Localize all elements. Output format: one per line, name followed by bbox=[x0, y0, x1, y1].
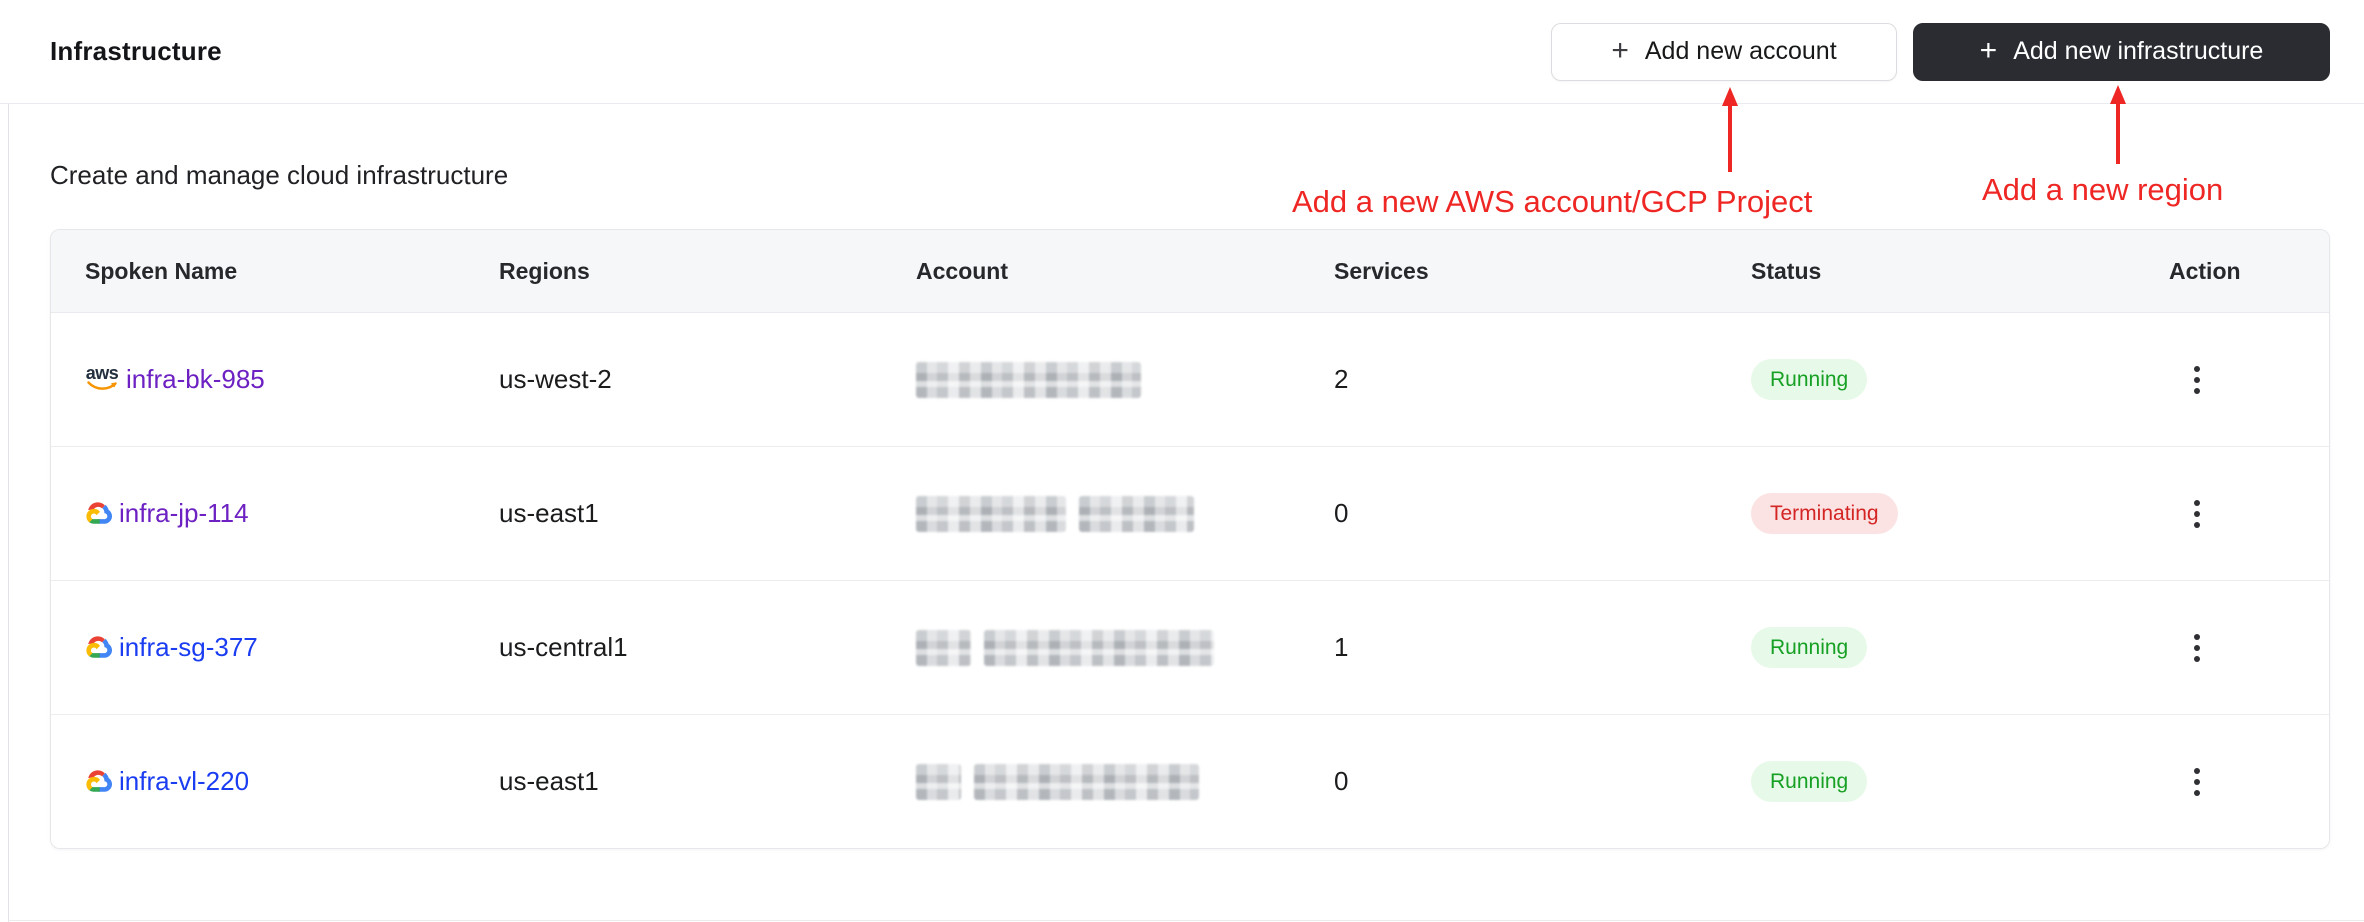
spoken-name-cell: aws infra-vl-220 bbox=[85, 766, 499, 797]
plus-icon: + bbox=[1979, 33, 1998, 67]
redacted-text-blob bbox=[984, 629, 1214, 666]
account-redacted bbox=[916, 495, 1334, 532]
row-actions-button[interactable] bbox=[2175, 626, 2219, 670]
redacted-text-blob bbox=[974, 763, 1199, 800]
kebab-icon bbox=[2194, 499, 2200, 528]
topbar-actions: + Add new account + Add new infrastructu… bbox=[1551, 22, 2330, 81]
add-new-account-label: Add new account bbox=[1644, 37, 1837, 65]
region-value: us-east1 bbox=[499, 498, 599, 528]
add-new-infrastructure-button[interactable]: + Add new infrastructure bbox=[1913, 22, 2330, 81]
panel-left-divider bbox=[8, 0, 9, 922]
status-badge: Running bbox=[1751, 761, 1868, 802]
column-header-spoken-name: Spoken Name bbox=[85, 257, 238, 284]
row-actions-button[interactable] bbox=[2175, 358, 2219, 402]
page-bottom-divider bbox=[8, 920, 2364, 921]
infra-name-link[interactable]: infra-jp-114 bbox=[119, 498, 249, 529]
account-redacted bbox=[916, 763, 1334, 800]
table-header-row: Spoken Name Regions Account Services Sta… bbox=[51, 230, 2329, 313]
aws-logo-icon: aws bbox=[85, 365, 119, 392]
infra-name-link[interactable]: infra-vl-220 bbox=[119, 766, 249, 797]
status-badge: Running bbox=[1751, 627, 1868, 668]
spoken-name-cell: aws infra-sg-377 bbox=[85, 632, 499, 663]
table-body: aws infra-bk-985 us-west-2 2 Running inf… bbox=[51, 313, 2329, 848]
infrastructure-table: Spoken Name Regions Account Services Sta… bbox=[50, 229, 2330, 849]
table-row: aws infra-vl-220 us-east1 0 Running bbox=[51, 715, 2329, 848]
region-value: us-central1 bbox=[499, 632, 628, 662]
add-new-infrastructure-label: Add new infrastructure bbox=[2013, 37, 2264, 65]
column-header-regions: Regions bbox=[499, 257, 590, 284]
redacted-text-blob bbox=[916, 361, 1141, 398]
row-actions-button[interactable] bbox=[2175, 492, 2219, 536]
topbar: Infrastructure + Add new account + Add n… bbox=[0, 0, 2364, 104]
region-value: us-west-2 bbox=[499, 364, 612, 394]
column-header-status: Status bbox=[1751, 257, 1822, 284]
account-redacted bbox=[916, 361, 1334, 398]
table-row: aws infra-bk-985 us-west-2 2 Running bbox=[51, 313, 2329, 447]
services-value: 0 bbox=[1334, 766, 1349, 796]
redacted-text-blob bbox=[916, 763, 961, 800]
kebab-icon bbox=[2194, 767, 2200, 796]
infra-name-link[interactable]: infra-bk-985 bbox=[126, 364, 265, 395]
infra-name-link[interactable]: infra-sg-377 bbox=[119, 632, 258, 663]
column-header-services: Services bbox=[1334, 257, 1429, 284]
gcp-logo-icon bbox=[85, 636, 112, 659]
row-actions-button[interactable] bbox=[2175, 760, 2219, 804]
services-value: 2 bbox=[1334, 364, 1349, 394]
spoken-name-cell: aws infra-bk-985 bbox=[85, 364, 499, 395]
services-value: 1 bbox=[1334, 632, 1349, 662]
plus-icon: + bbox=[1611, 33, 1629, 67]
services-value: 0 bbox=[1334, 498, 1349, 528]
redacted-text-blob bbox=[916, 629, 971, 666]
kebab-icon bbox=[2194, 633, 2200, 662]
add-new-account-button[interactable]: + Add new account bbox=[1551, 22, 1897, 81]
gcp-logo-icon bbox=[85, 502, 112, 525]
kebab-icon bbox=[2194, 365, 2200, 394]
page-subtitle: Create and manage cloud infrastructure bbox=[50, 160, 509, 190]
account-redacted bbox=[916, 629, 1334, 666]
status-badge: Running bbox=[1751, 359, 1868, 400]
table-row: aws infra-sg-377 us-central1 1 Running bbox=[51, 581, 2329, 715]
page-title: Infrastructure bbox=[50, 36, 222, 66]
column-header-account: Account bbox=[916, 257, 1008, 284]
gcp-logo-icon bbox=[85, 770, 112, 793]
redacted-text-blob bbox=[1079, 495, 1194, 532]
spoken-name-cell: aws infra-jp-114 bbox=[85, 498, 499, 529]
status-badge: Terminating bbox=[1751, 493, 1898, 534]
region-value: us-east1 bbox=[499, 766, 599, 796]
table-row: aws infra-jp-114 us-east1 0 Terminating bbox=[51, 447, 2329, 581]
redacted-text-blob bbox=[916, 495, 1066, 532]
column-header-action: Action bbox=[2169, 257, 2241, 284]
